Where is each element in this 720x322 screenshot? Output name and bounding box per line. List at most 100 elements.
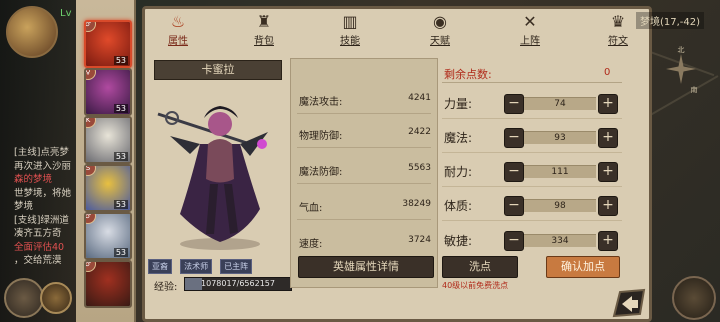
compass-icon: 北 南 [666, 46, 698, 94]
hero-level: 53 [113, 56, 128, 65]
increase-button[interactable]: + [598, 162, 618, 182]
quest-log-line[interactable]: 再次进入沙丽 [14, 158, 71, 172]
confirm-allocation-button[interactable]: 确认加点 [546, 256, 620, 278]
alloc-magic: 魔法: − 93 + [444, 126, 620, 148]
tab-bar: ♨ 属性 ♜ 背包 ▥ 技能 ◉ 天赋 ✕ 上阵 ♛ 符文 [146, 10, 650, 47]
hero-detail-button[interactable]: 英雄属性详情 [298, 256, 434, 278]
reset-points-button[interactable]: 洗点 [442, 256, 518, 278]
quest-log-line[interactable]: 森的梦境 [14, 171, 52, 185]
chat-button[interactable] [4, 278, 44, 318]
tab-skills[interactable]: ▥ 技能 [320, 10, 380, 47]
hero-level: 53 [113, 248, 128, 257]
stat-label: 气血: [299, 203, 323, 214]
hero-portrait [157, 106, 268, 250]
increase-button[interactable]: + [598, 94, 618, 114]
divider [297, 113, 431, 114]
increase-button[interactable]: + [598, 196, 618, 216]
alloc-stamina: 耐力: − 111 + [444, 160, 620, 182]
stat-physical-defense: 物理防御: 2422 [299, 127, 431, 142]
quest-log-line[interactable]: [支线]绿洲道 [14, 212, 69, 226]
quest-log-line[interactable]: 凑齐五方奇 [14, 225, 62, 239]
alloc-label: 魔法: [444, 131, 473, 145]
decrease-button[interactable]: − [504, 196, 524, 216]
exp-bar: 1078017/6562157 [184, 277, 292, 291]
return-arrow-icon[interactable] [610, 286, 648, 320]
stat-value: 3724 [408, 235, 431, 245]
hero-card[interactable]: K 53 [84, 116, 132, 164]
decrease-button[interactable]: − [504, 128, 524, 148]
stat-magic-defense: 魔法防御: 5563 [299, 163, 431, 178]
tab-label: 技能 [340, 36, 360, 47]
hero-card[interactable]: ♂ [84, 260, 132, 308]
tab-attributes[interactable]: ♨ 属性 [148, 10, 208, 47]
tab-label: 符文 [608, 36, 628, 47]
hero-level: 53 [113, 152, 128, 161]
divider [442, 152, 622, 153]
quest-log-line[interactable]: ，交给荒漠 [14, 252, 62, 266]
hero-card[interactable]: ♀ 53 [84, 68, 132, 116]
tab-label: 属性 [168, 36, 188, 47]
swords-icon: ✕ [523, 12, 537, 31]
stat-value: 4241 [408, 93, 431, 103]
alloc-label: 力量: [444, 97, 473, 111]
map-coordinates: 梦境(17,-42) [636, 12, 705, 29]
quest-log-line[interactable]: 世梦境，将她 [14, 185, 71, 199]
stats-panel: 魔法攻击: 4241 物理防御: 2422 魔法防御: 5563 气血: 382… [290, 58, 438, 288]
rune-icon: ♛ [610, 12, 626, 31]
stat-label: 魔法防御: [299, 167, 343, 178]
hero-card[interactable]: S 53 [84, 164, 132, 212]
divider [442, 118, 622, 119]
bag-icon: ♜ [256, 12, 272, 31]
increase-button[interactable]: + [598, 231, 618, 251]
quest-log-line[interactable]: [主线]点亮梦 [14, 144, 69, 158]
divider [297, 219, 431, 220]
stat-value: 5563 [408, 163, 431, 173]
divider [442, 82, 622, 83]
alloc-strength: 力量: − 74 + [444, 92, 620, 114]
decrease-button[interactable]: − [504, 94, 524, 114]
hero-badges: 亚裔 法术师 已主阵 [148, 254, 255, 274]
free-reset-note: 40级以前免费洗点 [442, 281, 509, 290]
badge-deployed: 已主阵 [220, 259, 253, 274]
stat-value: 2422 [408, 127, 431, 137]
compass-north: 北 [678, 46, 685, 54]
hero-level: 53 [113, 104, 128, 113]
remaining-points-label: 剩余点数: [444, 68, 492, 81]
alloc-agility: 敏捷: − 334 + [444, 229, 620, 251]
quest-log-line[interactable]: 梦境 [14, 198, 33, 212]
eye-icon: ◉ [433, 12, 447, 31]
alloc-label: 敏捷: [444, 234, 473, 248]
tab-deploy[interactable]: ✕ 上阵 [500, 10, 560, 47]
alloc-value: 334 [524, 234, 596, 247]
divider [297, 147, 431, 148]
alloc-value: 98 [524, 199, 596, 212]
hero-level: 53 [113, 200, 128, 209]
player-level-label: Lv [60, 8, 72, 19]
hero-card[interactable]: ♂ 53 [84, 212, 132, 260]
stat-label: 速度: [299, 239, 323, 250]
decrease-button[interactable]: − [504, 231, 524, 251]
book-icon: ▥ [342, 12, 358, 31]
stat-speed: 速度: 3724 [299, 235, 431, 250]
remaining-points-value: 0 [604, 67, 611, 78]
alloc-value: 111 [524, 165, 596, 178]
tab-talent[interactable]: ◉ 天赋 [410, 10, 470, 47]
alloc-value: 93 [524, 131, 596, 144]
divider [297, 183, 431, 184]
badge-class: 法术师 [180, 259, 213, 274]
stat-magic-attack: 魔法攻击: 4241 [299, 93, 431, 108]
decrease-button[interactable]: − [504, 162, 524, 182]
quest-log-line[interactable]: 全面评估40 [14, 239, 64, 253]
increase-button[interactable]: + [598, 128, 618, 148]
alloc-label: 耐力: [444, 165, 473, 179]
alloc-constitution: 体质: − 98 + [444, 194, 620, 216]
player-avatar[interactable] [6, 6, 58, 58]
activity-button[interactable] [40, 282, 72, 314]
tab-backpack[interactable]: ♜ 背包 [234, 10, 294, 47]
hero-card[interactable]: ♂ 53 [84, 20, 132, 68]
badge-race: 亚裔 [148, 259, 172, 274]
bag-shortcut-button[interactable] [672, 276, 716, 320]
stat-hp: 气血: 38249 [299, 199, 431, 214]
flame-icon: ♨ [170, 12, 186, 31]
hero-list: ♂ 53 ♀ 53 K 53 S 53 ♂ 53 ♂ [76, 0, 136, 322]
